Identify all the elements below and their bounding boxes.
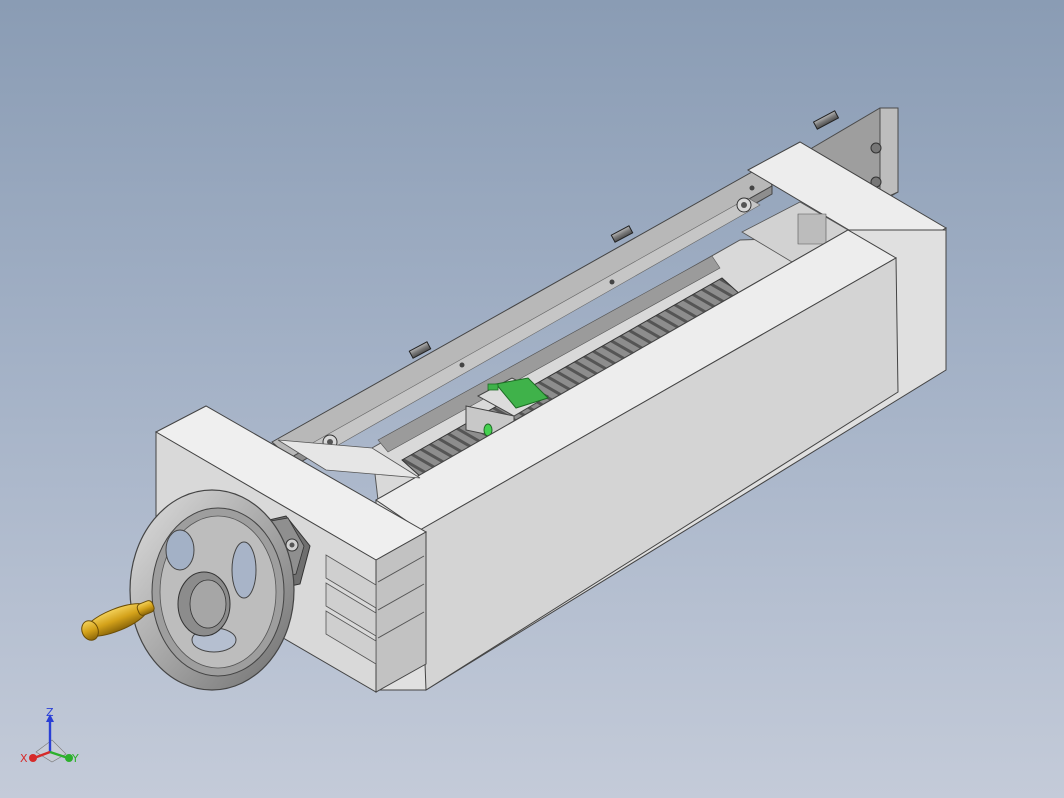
coordinate-triad: Z X Y bbox=[20, 706, 79, 765]
x-axis-label: X bbox=[20, 752, 28, 765]
cad-viewport[interactable]: Z X Y bbox=[0, 0, 1064, 798]
y-axis-label: Y bbox=[71, 752, 79, 765]
handwheel[interactable] bbox=[129, 489, 295, 691]
model-scene[interactable]: Z X Y bbox=[0, 0, 1064, 798]
z-axis-label: Z bbox=[46, 706, 54, 719]
